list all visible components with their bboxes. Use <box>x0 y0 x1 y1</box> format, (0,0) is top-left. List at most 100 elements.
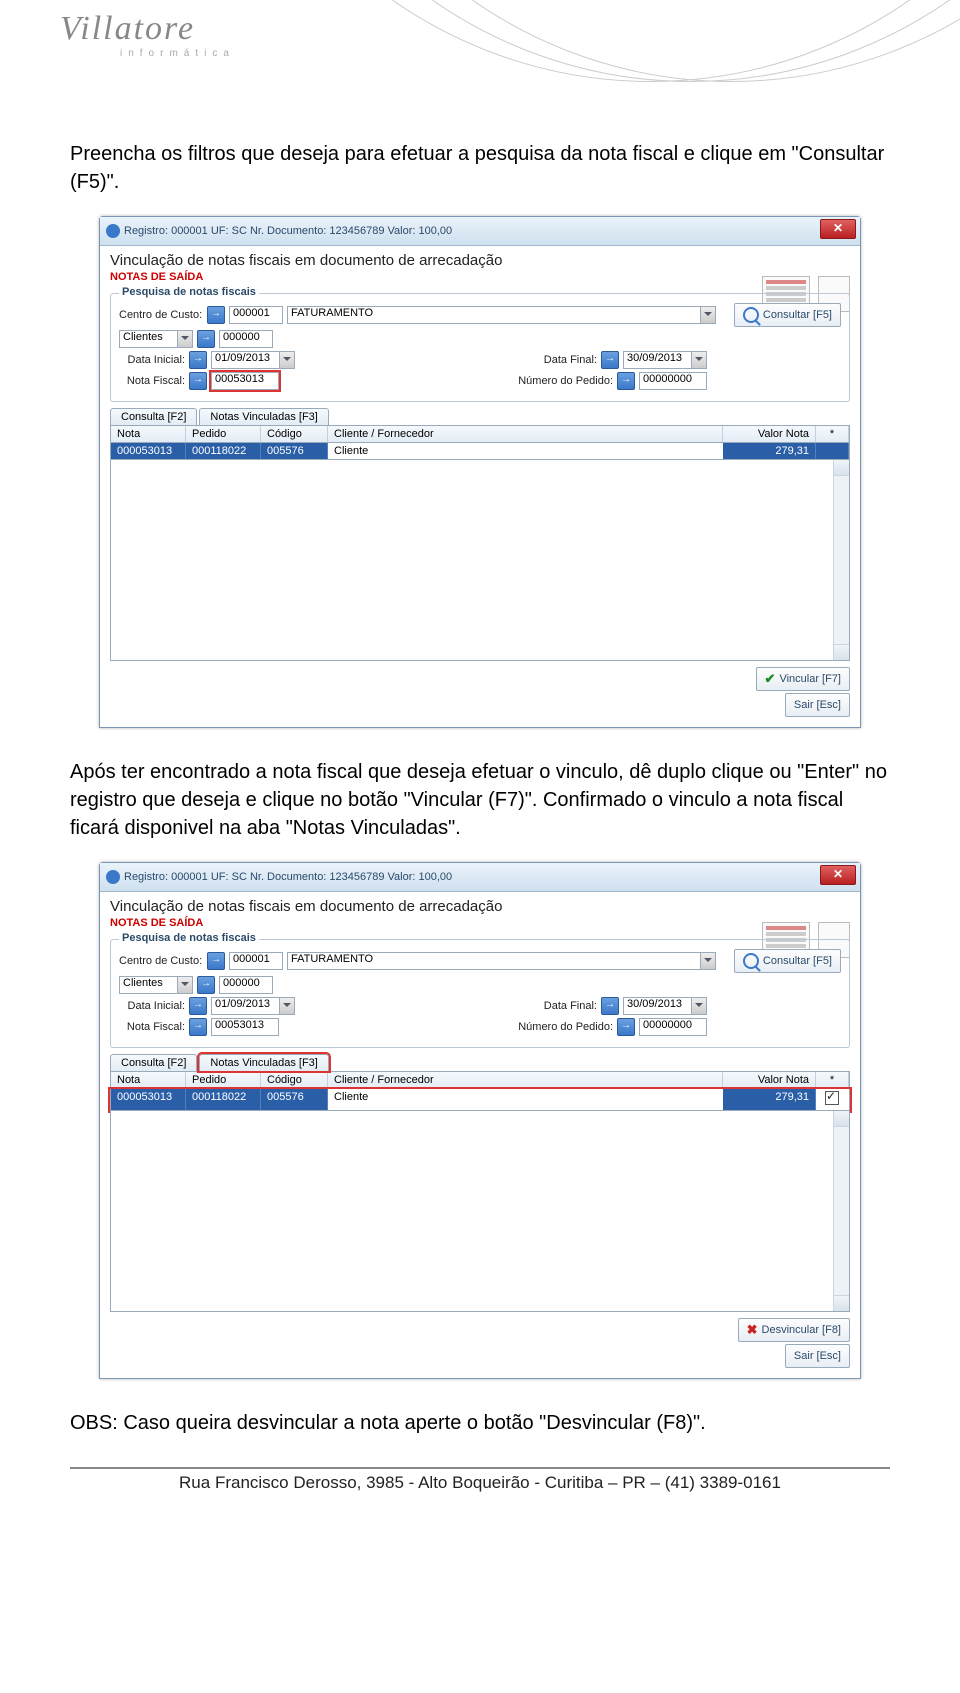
consultar-button[interactable]: Consultar [F5] <box>734 303 841 327</box>
group-title: Pesquisa de notas fiscais <box>119 286 259 298</box>
filter-groupbox: Pesquisa de notas fiscais Centro de Cust… <box>110 939 850 1048</box>
nota-fiscal-input[interactable]: 00053013 <box>211 372 279 390</box>
col-nota: Nota <box>111 1072 186 1088</box>
paragraph-3: OBS: Caso queira desvincular a nota aper… <box>70 1409 890 1437</box>
data-inicial-input[interactable]: 01/09/2013 <box>211 351 295 369</box>
tipo-pessoa-dropdown[interactable]: Clientes <box>119 976 193 994</box>
label-numero-pedido: Número do Pedido: <box>518 375 613 387</box>
nota-fiscal-input[interactable]: 00053013 <box>211 1018 279 1036</box>
data-inicial-value: 01/09/2013 <box>215 352 270 364</box>
cell-nota: 000053013 <box>111 443 186 459</box>
paragraph-1: Preencha os filtros que deseja para efet… <box>70 140 890 196</box>
calendar-data-final-button[interactable]: → <box>601 997 619 1015</box>
close-button[interactable]: ✕ <box>820 865 856 885</box>
calendar-data-final-button[interactable]: → <box>601 351 619 369</box>
lookup-pedido-button[interactable]: → <box>617 372 635 390</box>
group-title: Pesquisa de notas fiscais <box>119 932 259 944</box>
row-checkbox[interactable] <box>825 1091 839 1105</box>
chevron-down-icon <box>700 953 715 969</box>
screenshot-window-1: Registro: 000001 UF: SC Nr. Documento: 1… <box>99 216 861 728</box>
table-row[interactable]: 000053013 000118022 005576 Cliente 279,3… <box>110 443 850 460</box>
tab-notas-vinculadas[interactable]: Notas Vinculadas [F3] <box>199 1054 328 1071</box>
centro-custo-name-dropdown[interactable]: FATURAMENTO <box>287 306 716 324</box>
cliente-code-input[interactable]: 000000 <box>219 330 273 348</box>
tipo-pessoa-label: Clientes <box>123 331 163 343</box>
lookup-centro-custo-button[interactable]: → <box>207 306 225 324</box>
cell-blank <box>816 443 849 459</box>
table-body-empty <box>110 460 850 661</box>
chevron-down-icon <box>279 998 294 1014</box>
lookup-pedido-button[interactable]: → <box>617 1018 635 1036</box>
data-final-input[interactable]: 30/09/2013 <box>623 997 707 1015</box>
calendar-data-inicial-button[interactable]: → <box>189 997 207 1015</box>
chevron-down-icon <box>279 352 294 368</box>
label-data-inicial: Data Inicial: <box>119 354 185 366</box>
col-valor: Valor Nota <box>723 1072 816 1088</box>
cell-cliente: Cliente <box>328 1089 723 1110</box>
vertical-scrollbar[interactable] <box>833 1111 849 1311</box>
label-data-final: Data Final: <box>544 354 597 366</box>
label-nota-fiscal: Nota Fiscal: <box>119 375 185 387</box>
dialog-subheading: NOTAS DE SAÍDA <box>110 917 850 929</box>
window-title: Registro: 000001 UF: SC Nr. Documento: 1… <box>124 225 452 237</box>
calendar-data-inicial-button[interactable]: → <box>189 351 207 369</box>
scroll-up-button[interactable] <box>834 1111 849 1127</box>
tab-consulta[interactable]: Consulta [F2] <box>110 1054 197 1071</box>
close-button[interactable]: ✕ <box>820 219 856 239</box>
desvincular-button[interactable]: ✖ Desvincular [F8] <box>738 1318 850 1342</box>
numero-pedido-input[interactable]: 00000000 <box>639 372 707 390</box>
app-icon <box>106 870 120 884</box>
scroll-up-button[interactable] <box>834 460 849 476</box>
vertical-scrollbar[interactable] <box>833 460 849 660</box>
chevron-down-icon <box>691 352 706 368</box>
centro-custo-code-input[interactable]: 000001 <box>229 952 283 970</box>
lookup-cliente-button[interactable]: → <box>197 330 215 348</box>
desvincular-label: Desvincular [F8] <box>762 1324 841 1336</box>
label-nota-fiscal: Nota Fiscal: <box>119 1021 185 1033</box>
scroll-down-button[interactable] <box>834 644 849 660</box>
x-icon: ✖ <box>747 1322 758 1338</box>
window-title: Registro: 000001 UF: SC Nr. Documento: 1… <box>124 871 452 883</box>
lookup-centro-custo-button[interactable]: → <box>207 952 225 970</box>
screenshot-window-2: Registro: 000001 UF: SC Nr. Documento: 1… <box>99 862 861 1379</box>
consultar-button[interactable]: Consultar [F5] <box>734 949 841 973</box>
search-icon <box>743 953 759 969</box>
check-icon: ✔ <box>765 671 776 687</box>
vincular-label: Vincular [F7] <box>779 673 841 685</box>
dialog-heading: Vinculação de notas fiscais em documento… <box>110 252 850 269</box>
footer-address: Rua Francisco Derosso, 3985 - Alto Boque… <box>70 1473 890 1493</box>
tab-notas-vinculadas[interactable]: Notas Vinculadas [F3] <box>199 408 328 425</box>
sair-button[interactable]: Sair [Esc] <box>785 1344 850 1368</box>
sair-label: Sair [Esc] <box>794 699 841 711</box>
consultar-label: Consultar [F5] <box>763 955 832 967</box>
window-titlebar: Registro: 000001 UF: SC Nr. Documento: 1… <box>100 217 860 246</box>
centro-custo-name: FATURAMENTO <box>291 953 373 965</box>
dialog-heading: Vinculação de notas fiscais em documento… <box>110 898 850 915</box>
col-nota: Nota <box>111 426 186 442</box>
tab-consulta[interactable]: Consulta [F2] <box>110 408 197 425</box>
lookup-nota-fiscal-button[interactable]: → <box>189 1018 207 1036</box>
cliente-code-input[interactable]: 000000 <box>219 976 273 994</box>
tipo-pessoa-dropdown[interactable]: Clientes <box>119 330 193 348</box>
table-row[interactable]: 000053013 000118022 005576 Cliente 279,3… <box>110 1089 850 1111</box>
label-numero-pedido: Número do Pedido: <box>518 1021 613 1033</box>
data-final-input[interactable]: 30/09/2013 <box>623 351 707 369</box>
brand-logo: Villatore informática <box>60 10 260 59</box>
sair-button[interactable]: Sair [Esc] <box>785 693 850 717</box>
data-inicial-input[interactable]: 01/09/2013 <box>211 997 295 1015</box>
data-final-value: 30/09/2013 <box>627 998 682 1010</box>
centro-custo-code-input[interactable]: 000001 <box>229 306 283 324</box>
scroll-down-button[interactable] <box>834 1295 849 1311</box>
lookup-cliente-button[interactable]: → <box>197 976 215 994</box>
col-codigo: Código <box>261 1072 328 1088</box>
chevron-down-icon <box>691 998 706 1014</box>
app-icon <box>106 224 120 238</box>
chevron-down-icon <box>700 307 715 323</box>
dialog-subheading: NOTAS DE SAÍDA <box>110 271 850 283</box>
centro-custo-name-dropdown[interactable]: FATURAMENTO <box>287 952 716 970</box>
vincular-button[interactable]: ✔ Vincular [F7] <box>756 667 850 691</box>
cell-codigo: 005576 <box>261 1089 328 1110</box>
lookup-nota-fiscal-button[interactable]: → <box>189 372 207 390</box>
numero-pedido-input[interactable]: 00000000 <box>639 1018 707 1036</box>
brand-sub: informática <box>120 48 260 59</box>
